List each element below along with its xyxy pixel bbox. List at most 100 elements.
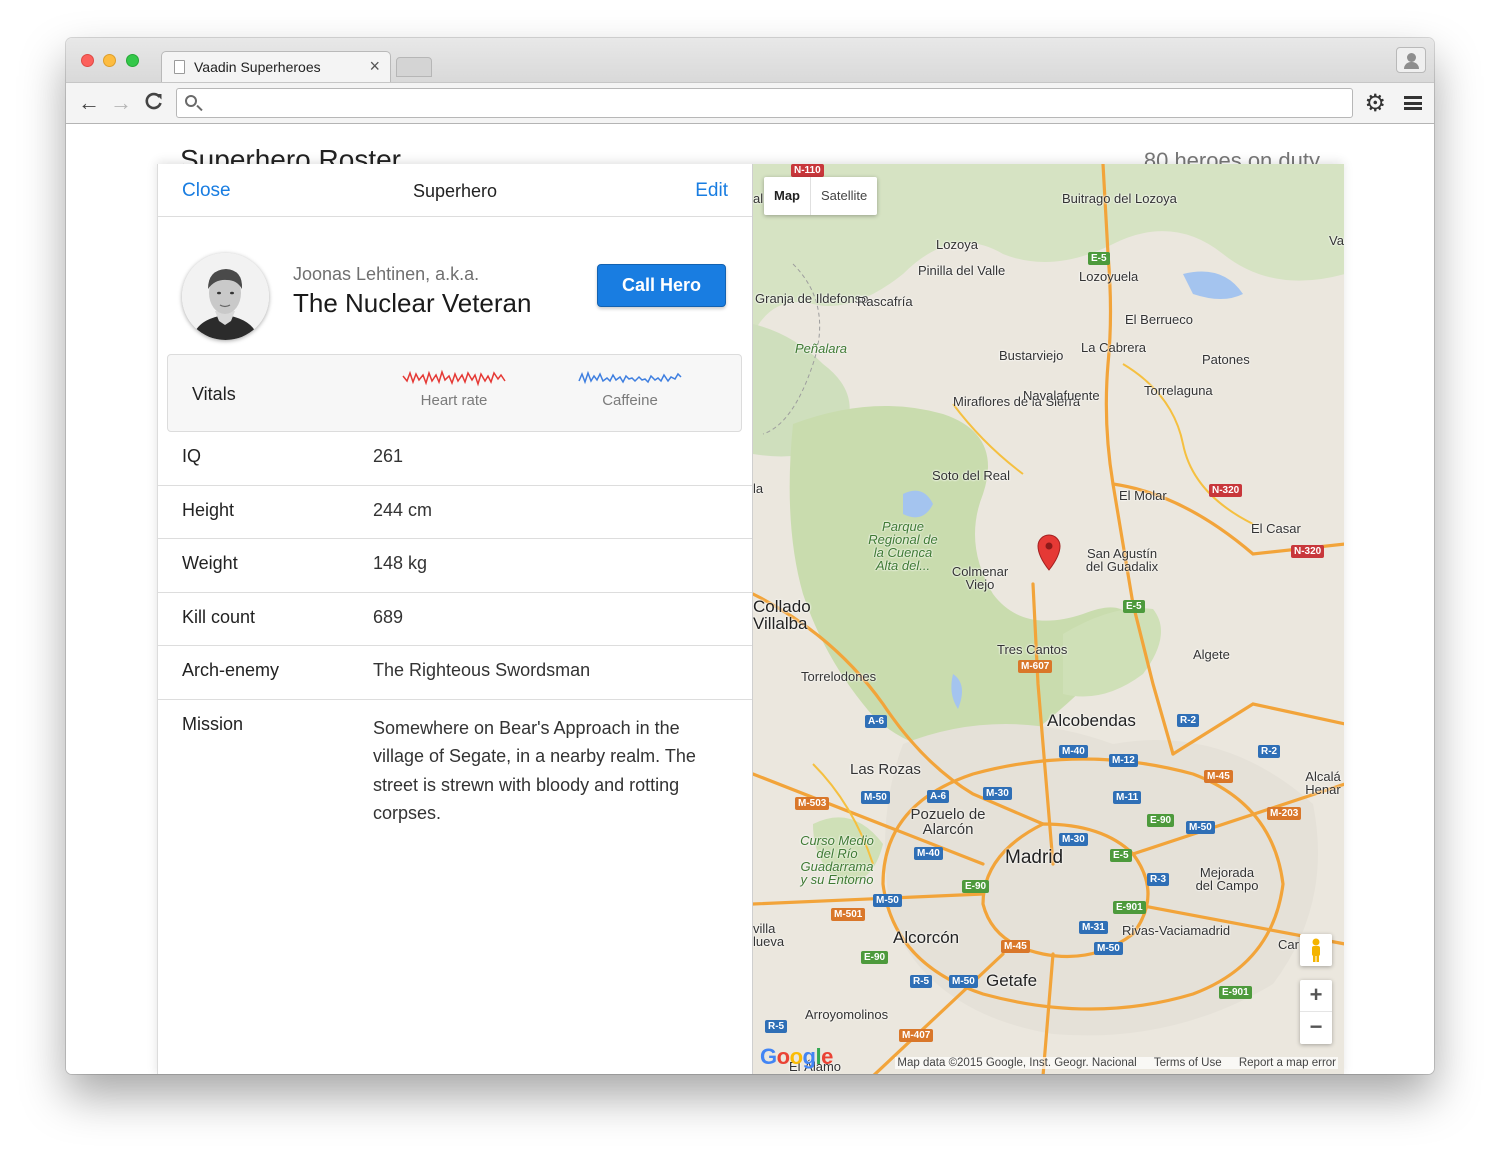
map-place-label: Pinilla del Valle: [918, 263, 1006, 278]
user-icon: [1407, 53, 1416, 62]
caffeine-label: Caffeine: [602, 392, 658, 409]
field-label: Kill count: [182, 606, 256, 627]
map-place-label: El Berrueco: [1125, 312, 1193, 327]
map-place-label: Pozuelo de Alarcón: [910, 806, 986, 838]
map-view[interactable]: Buitrago del Lozoya Lozoya Pinilla del V…: [752, 164, 1344, 1074]
back-arrow-icon[interactable]: ←: [78, 90, 100, 116]
map-place-label: Curso Medio del Río Guadarrama y su Ento…: [800, 833, 874, 887]
road-shield: R-2: [1258, 745, 1281, 758]
road-shield: A-6: [865, 715, 888, 728]
search-icon: [185, 95, 197, 107]
address-input[interactable]: [205, 92, 1345, 114]
user-icon-body: [1404, 62, 1419, 69]
road-shield: M-30: [983, 787, 1012, 800]
address-bar[interactable]: [176, 88, 1353, 118]
minimize-window-button[interactable]: [103, 54, 116, 67]
field-row-iq: IQ 261: [158, 432, 752, 486]
road-shield: M-40: [1059, 745, 1088, 758]
road-shield: R-5: [765, 1020, 788, 1033]
map-place-label: Madrid: [1005, 847, 1064, 868]
panel-title: Superhero: [412, 181, 498, 201]
road-shield: M-40: [914, 847, 943, 860]
road-shield: E-90: [1147, 814, 1175, 827]
reload-icon[interactable]: [144, 91, 164, 117]
road-shield: E-901: [1113, 901, 1146, 914]
hero-name: The Nuclear Veteran: [293, 288, 532, 318]
road-shield: M-45: [1001, 940, 1030, 953]
zoom-in-button[interactable]: +: [1300, 980, 1332, 1012]
road-shield: E-901: [1219, 986, 1252, 999]
road-shield: M-503: [795, 797, 830, 810]
field-value: 261: [373, 446, 404, 466]
detail-header: Close Superhero Edit: [158, 164, 752, 217]
map-place-label: la: [753, 481, 764, 496]
road-shield: M-501: [831, 908, 866, 921]
road-shield: M-50: [949, 975, 978, 988]
road-shield: E-5: [1088, 252, 1110, 265]
field-row-mission: Mission Somewhere on Bear's Approach in …: [158, 700, 752, 834]
road-shield: E-5: [1110, 849, 1132, 862]
road-shield: A-6: [927, 790, 950, 803]
map-place-label: Car: [1278, 937, 1299, 952]
map-place-label: Lozoyuela: [1079, 269, 1139, 284]
map-place-label: Algete: [1193, 647, 1230, 662]
forward-arrow-icon[interactable]: →: [110, 90, 132, 116]
report-map-error-link[interactable]: Report a map error: [1239, 1057, 1336, 1069]
road-shield: M-50: [1094, 942, 1123, 955]
svg-text:Google: Google: [760, 1044, 833, 1069]
edit-button[interactable]: Edit: [695, 180, 728, 202]
road-shield: E-90: [962, 880, 990, 893]
map-place-label: Alcalá Henar: [1305, 769, 1341, 797]
google-logo[interactable]: Google: [760, 1044, 840, 1074]
vitals-label: Vitals: [192, 384, 236, 404]
hero-profile: Joonas Lehtinen, a.k.a. The Nuclear Vete…: [158, 218, 752, 348]
avatar: [182, 253, 269, 340]
field-label: Height: [182, 499, 235, 520]
maximize-window-button[interactable]: [126, 54, 139, 67]
road-shield: R-5: [910, 975, 933, 988]
field-row-arch-enemy: Arch-enemy The Righteous Swordsman: [158, 646, 752, 700]
road-shield: M-50: [861, 791, 890, 804]
map-place-label: Granja de Ildefonso: [755, 291, 869, 306]
map-place-label: El Molar: [1119, 488, 1167, 503]
close-window-button[interactable]: [81, 54, 94, 67]
map-place-label: Las Rozas: [850, 761, 921, 778]
road-shield: E-90: [861, 951, 889, 964]
profile-button[interactable]: [1396, 47, 1426, 73]
map-place-label: al: [753, 191, 764, 206]
browser-window: Vaadin Superheroes × ← → ⚙ Superhero Ros…: [66, 38, 1434, 1074]
zoom-control: + −: [1300, 980, 1332, 1044]
map-place-label: Tres Cantos: [997, 642, 1068, 657]
road-shield: N-320: [1209, 484, 1243, 497]
terms-of-use-link[interactable]: Terms of Use: [1154, 1057, 1222, 1069]
map-data-credit: Map data ©2015 Google, Inst. Geogr. Naci…: [897, 1057, 1137, 1069]
vitals-panel: Vitals Heart rate Caffeine: [167, 354, 742, 432]
map-place-label: Navalafuente: [1023, 388, 1100, 403]
map-type-map-button[interactable]: Map: [764, 177, 811, 215]
map-type-satellite-button[interactable]: Satellite: [811, 177, 877, 215]
hero-real-name: Joonas Lehtinen, a.k.a.: [293, 264, 480, 284]
zoom-out-button[interactable]: −: [1300, 1012, 1332, 1044]
map-place-label: Bustarviejo: [999, 348, 1064, 363]
gear-icon[interactable]: ⚙: [1364, 89, 1386, 118]
field-label: IQ: [182, 446, 202, 466]
map-place-label: Torrelodones: [801, 669, 877, 684]
page-icon: [174, 60, 185, 74]
call-hero-button[interactable]: Call Hero: [597, 264, 726, 307]
map-place-label: villa lueva: [753, 921, 785, 949]
browser-toolbar: ← → ⚙: [66, 82, 1434, 124]
hero-detail-panel: Close Superhero Edit Joonas Lehtinen, a.…: [158, 164, 752, 1074]
road-shield: M-50: [873, 894, 902, 907]
tab-close-icon[interactable]: ×: [369, 56, 380, 77]
hamburger-menu-icon[interactable]: [1404, 96, 1422, 110]
new-tab-button[interactable]: [396, 57, 432, 77]
map-place-label: Mejorada del Campo: [1195, 865, 1259, 893]
map-place-label: El Casar: [1251, 521, 1301, 536]
pegman-icon[interactable]: [1300, 934, 1332, 966]
road-shield: E-5: [1123, 600, 1145, 613]
hero-detail-overlay: Close Superhero Edit Joonas Lehtinen, a.…: [157, 164, 1344, 1074]
browser-tab[interactable]: Vaadin Superheroes ×: [161, 51, 391, 82]
map-place-label: Va: [1329, 233, 1344, 248]
road-shield: M-50: [1186, 821, 1215, 834]
map-place-label: Arroyomolinos: [805, 1007, 889, 1022]
